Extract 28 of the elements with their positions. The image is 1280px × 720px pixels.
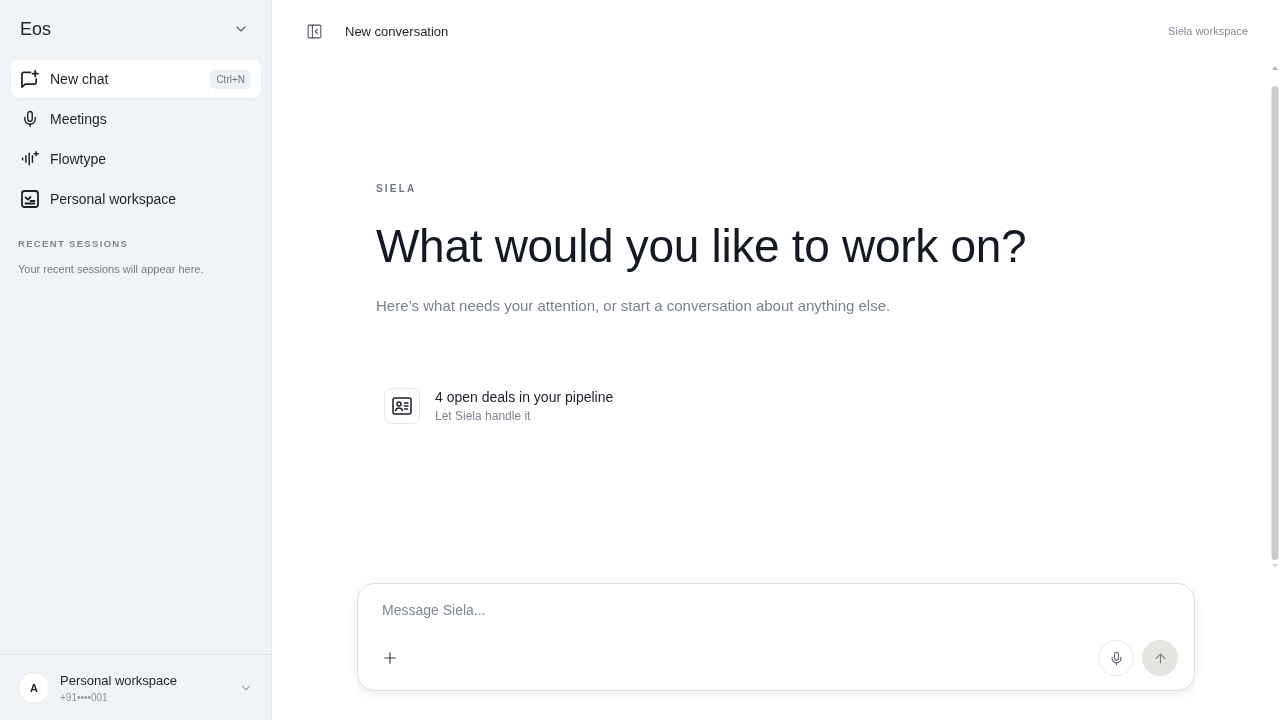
checklist-square-icon <box>21 190 39 208</box>
sound-bars-icon <box>21 150 39 168</box>
sidebar-nav-item[interactable]: Flowtype <box>11 140 261 178</box>
page-subtitle: Here’s what needs your attention, or start a conversation about anything else. <box>376 296 891 316</box>
message-input[interactable]: Message Siela... <box>382 599 1178 621</box>
suggestion-title[interactable]: 4 open deals in your pipeline <box>435 389 614 405</box>
eyebrow-label: SIELA <box>376 182 418 196</box>
chat-plus-icon <box>21 70 39 88</box>
account-phone: +91••••001 <box>60 691 109 703</box>
microphone-icon <box>21 110 39 128</box>
account-name: Personal workspace <box>60 672 179 688</box>
shortcut-hint: Ctrl+N <box>210 69 251 89</box>
microphone-icon <box>1108 650 1124 666</box>
voice-input-button[interactable] <box>1098 640 1134 676</box>
workspace-name[interactable]: Eos <box>20 18 52 40</box>
sidebar-nav-item[interactable]: Personal workspace <box>11 180 261 218</box>
page-heading: What would you like to work on? <box>376 221 1027 272</box>
sidebar-nav-item[interactable]: New chat Ctrl+N <box>11 60 261 98</box>
avatar: A <box>18 671 50 704</box>
conversation-title: New conversation <box>345 23 450 39</box>
suggestion-subtitle: Let Siela handle it <box>435 409 531 423</box>
workspace-label: Siela workspace <box>1167 25 1248 37</box>
plus-icon <box>381 649 399 667</box>
empty-state-text: Your recent sessions will appear here. <box>18 263 205 275</box>
panel-collapse-icon[interactable] <box>306 22 323 40</box>
contact-card-icon[interactable] <box>384 388 420 424</box>
section-heading: RECENT SESSIONS <box>18 238 130 249</box>
sidebar-nav-item[interactable]: Meetings <box>11 100 261 138</box>
